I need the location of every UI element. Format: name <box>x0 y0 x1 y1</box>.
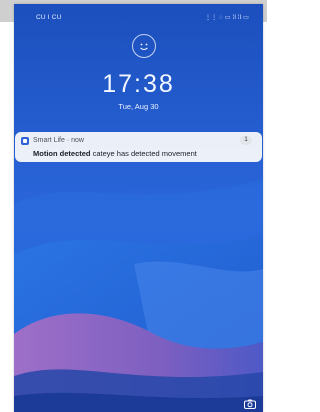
phone-lock-screen: CU I CU ⋮⋮ ◌ ▭ ⁞l ⁞l ▭ 17:38 Tue, Aug 30 <box>14 4 263 412</box>
notification-body: cateye has detected movement <box>92 149 197 158</box>
clock-time: 17:38 <box>102 70 175 98</box>
face-unlock-icon[interactable] <box>132 34 156 58</box>
notification-title: Motion detected <box>33 149 91 158</box>
smart-life-app-icon <box>21 137 29 145</box>
notification-card[interactable]: Smart Life · now 1 Motion detected catey… <box>15 132 262 162</box>
clock-date: Tue, Aug 30 <box>118 102 159 111</box>
carrier-label: CU I CU <box>36 14 62 21</box>
notification-message: Motion detected cateye has detected move… <box>33 149 197 158</box>
notification-app-name: Smart Life · now <box>33 137 84 144</box>
wallpaper <box>14 4 263 412</box>
camera-icon[interactable] <box>244 396 256 409</box>
status-bar: CU I CU ⋮⋮ ◌ ▭ ⁞l ⁞l ▭ <box>14 4 263 26</box>
status-icons: ⋮⋮ ◌ ▭ ⁞l ⁞l ▭ <box>204 15 249 21</box>
notification-count-badge: 1 <box>240 136 252 145</box>
